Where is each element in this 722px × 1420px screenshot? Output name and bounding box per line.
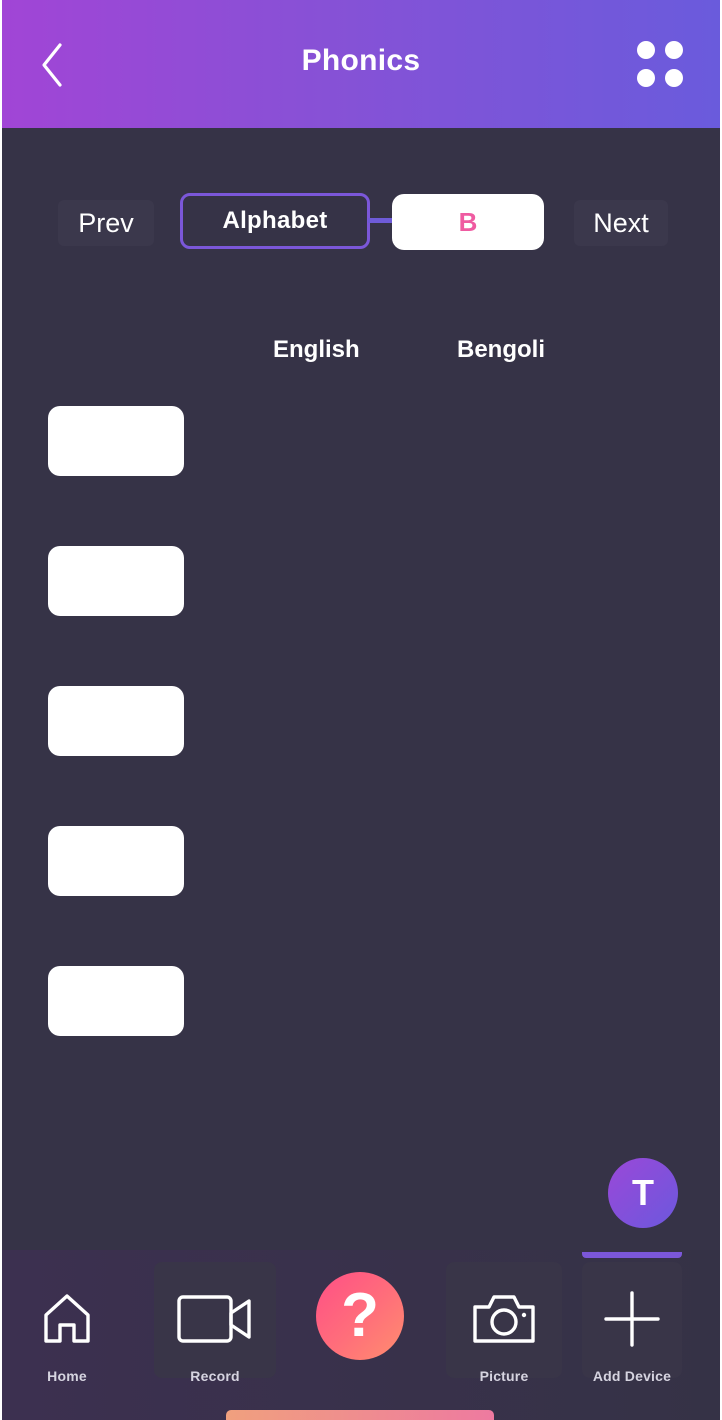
word-card[interactable] — [48, 406, 184, 476]
help-icon: ? — [341, 1281, 379, 1350]
word-card[interactable] — [48, 966, 184, 1036]
letter-selector: Prev Alphabet B Next — [0, 190, 722, 254]
app-header: Phonics — [2, 0, 720, 128]
tab-home[interactable]: Home — [10, 1262, 124, 1384]
camera-icon — [473, 1295, 535, 1343]
tab-record-label: Record — [190, 1368, 240, 1384]
menu-button[interactable] — [632, 38, 688, 92]
tab-add-device[interactable]: Add Device — [582, 1262, 682, 1384]
word-card[interactable] — [48, 826, 184, 896]
tab-picture-label: Picture — [479, 1368, 529, 1384]
category-button[interactable]: Alphabet — [180, 193, 370, 249]
tab-home-label: Home — [47, 1368, 87, 1384]
tab-active-indicator — [582, 1252, 682, 1258]
column-header-bengali: Bengoli — [457, 336, 545, 363]
tab-record[interactable]: Record — [154, 1262, 276, 1384]
current-letter-button[interactable]: B — [392, 194, 544, 250]
word-card[interactable] — [48, 546, 184, 616]
home-icon — [44, 1294, 90, 1343]
prev-button[interactable]: Prev — [58, 200, 154, 246]
four-dots-icon — [637, 41, 683, 87]
home-indicator — [226, 1410, 494, 1420]
next-button[interactable]: Next — [574, 200, 668, 246]
tab-picture[interactable]: Picture — [446, 1262, 562, 1384]
plus-icon — [604, 1291, 660, 1347]
avatar[interactable]: T — [608, 1158, 678, 1228]
video-camera-icon — [177, 1295, 251, 1343]
selector-connector — [368, 218, 394, 223]
column-header-english: English — [273, 336, 360, 363]
help-button[interactable]: ? — [316, 1272, 404, 1360]
page-title: Phonics — [301, 44, 421, 77]
tab-add-device-label: Add Device — [592, 1368, 672, 1384]
word-card[interactable] — [48, 686, 184, 756]
